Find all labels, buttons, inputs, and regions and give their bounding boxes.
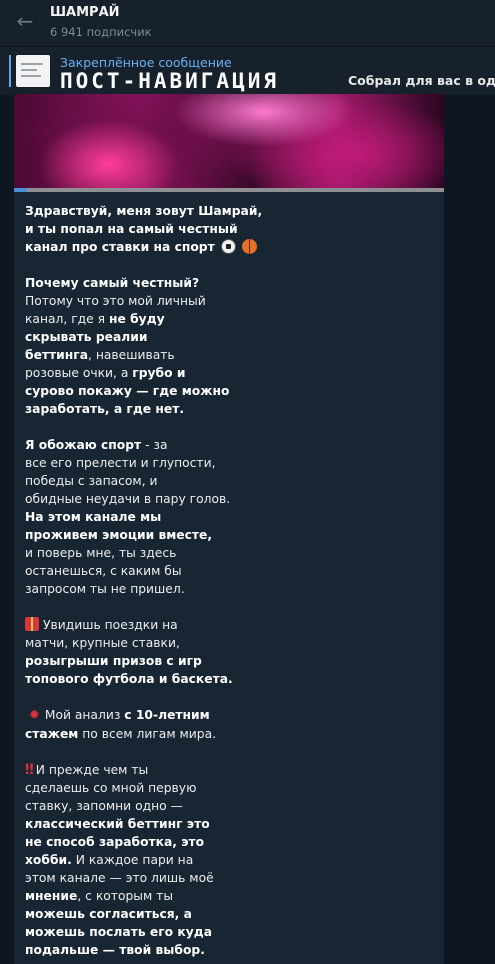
text-line: матчи, крупные ставки,	[25, 636, 180, 650]
text-bold: проживем эмоции вместе,	[25, 528, 213, 542]
text-line: , с которым ты	[77, 889, 174, 903]
text-line: , навешивать	[88, 348, 175, 362]
intro-line: канал про ставки на спорт	[25, 240, 215, 254]
love-paragraph: Я обожаю спорт - за все его прелести и г…	[25, 436, 433, 598]
text-bold: можешь послать его куда	[25, 925, 212, 939]
text-line: сделаешь со мной первую	[25, 781, 197, 795]
text-line: и поверь мне, ты здесь	[25, 546, 177, 560]
before-paragraph: ‼ И прежде чем ты сделаешь со мной первую…	[25, 761, 433, 959]
message-bubble: Здравствуй, меня зовут Шамрай, и ты попа…	[14, 94, 444, 964]
pinned-message-bar[interactable]: Закреплённое сообщение ПОСТ-НАВИГАЦИЯ Со…	[0, 46, 495, 95]
trips-paragraph: Увидишь поездки на матчи, крупные ставки…	[25, 616, 433, 688]
red-star-icon: ✹	[28, 708, 40, 723]
double-exclamation-icon: ‼	[25, 762, 34, 778]
gift-icon	[25, 617, 39, 631]
text-line: все его прелести и глупости,	[25, 456, 216, 470]
pinned-preview: Собрал для вас в одно	[348, 73, 495, 88]
text-bold: можешь согласиться, а	[25, 907, 192, 921]
text-bold: заработать, а где нет.	[25, 402, 185, 416]
text-bold: грубо и	[132, 366, 186, 380]
subscriber-count: 6 941 подписчик	[50, 25, 152, 39]
text-bold: стажем	[25, 727, 79, 741]
message-text: Здравствуй, меня зовут Шамрай, и ты попа…	[14, 192, 444, 959]
text-bold: розыгрыши призов с игр	[25, 654, 202, 668]
intro-paragraph: Здравствуй, меня зовут Шамрай, и ты попа…	[25, 202, 433, 256]
text-bold: подальше — твой выбор.	[25, 943, 205, 957]
text-bold: топового футбола и баскета.	[25, 672, 233, 686]
text-line: этом канале — это лишь моё	[25, 871, 214, 885]
message-image[interactable]	[14, 94, 444, 192]
text-bold: не способ заработка, это	[25, 835, 205, 849]
media-progress-bar[interactable]	[14, 188, 444, 192]
text-line: розовые очки, а	[25, 366, 133, 380]
text-bold: классический беттинг это	[25, 817, 210, 831]
text-bold: На этом канале мы	[25, 510, 162, 524]
channel-header: ← ШАМРАЙ 6 941 подписчик	[0, 0, 495, 46]
text-line: обидные неудачи в пару голов.	[25, 492, 231, 506]
text-line: И каждое пари на	[71, 853, 194, 867]
text-line: победы с запасом, и	[25, 474, 158, 488]
text-bold: с 10-летним	[124, 708, 210, 722]
why-paragraph: Почему самый честный? Потому что это мой…	[25, 274, 433, 418]
pinned-title: ПОСТ-НАВИГАЦИЯ	[60, 69, 280, 93]
text-bold: мнение	[25, 889, 78, 903]
pinned-thumbnail	[16, 55, 50, 87]
text-bold: Я обожаю спорт	[25, 438, 142, 452]
why-question: Почему самый честный?	[25, 276, 200, 290]
text-line: останешься, с каким бы	[25, 564, 182, 578]
channel-title[interactable]: ШАМРАЙ	[50, 5, 120, 20]
intro-line: и ты попал на самый честный	[25, 222, 238, 236]
text-line: И прежде чем ты	[35, 763, 149, 777]
soccer-ball-icon	[220, 239, 236, 254]
text-line: по всем лигам мира.	[78, 727, 217, 741]
text-bold: скрывать реалии	[25, 330, 148, 344]
pinned-indicator	[9, 55, 11, 87]
text-line: запросом ты не пришел.	[25, 582, 185, 596]
text-line: канал, где я	[25, 312, 109, 326]
text-line: ставку, запомни одно —	[25, 799, 183, 813]
analysis-paragraph: ✹ Мой анализ с 10-летним стажем по всем л…	[25, 706, 433, 743]
text-bold: хобби.	[25, 853, 72, 867]
text-line: Потому что это мой личный	[25, 294, 206, 308]
text-bold: не буду	[108, 312, 165, 326]
text-line: Увидишь поездки на	[43, 618, 178, 632]
pinned-label: Закреплённое сообщение	[60, 55, 232, 70]
text-bold: беттинга	[25, 348, 89, 362]
text-bold: сурово покажу — где можно	[25, 384, 230, 398]
basketball-icon	[241, 239, 257, 254]
text-line: Мой анализ	[44, 708, 125, 722]
arrow-left-icon[interactable]: ←	[12, 9, 38, 33]
intro-line: Здравствуй, меня зовут Шамрай,	[25, 204, 263, 218]
text-line: - за	[141, 438, 168, 452]
media-progress-fill	[14, 188, 27, 192]
